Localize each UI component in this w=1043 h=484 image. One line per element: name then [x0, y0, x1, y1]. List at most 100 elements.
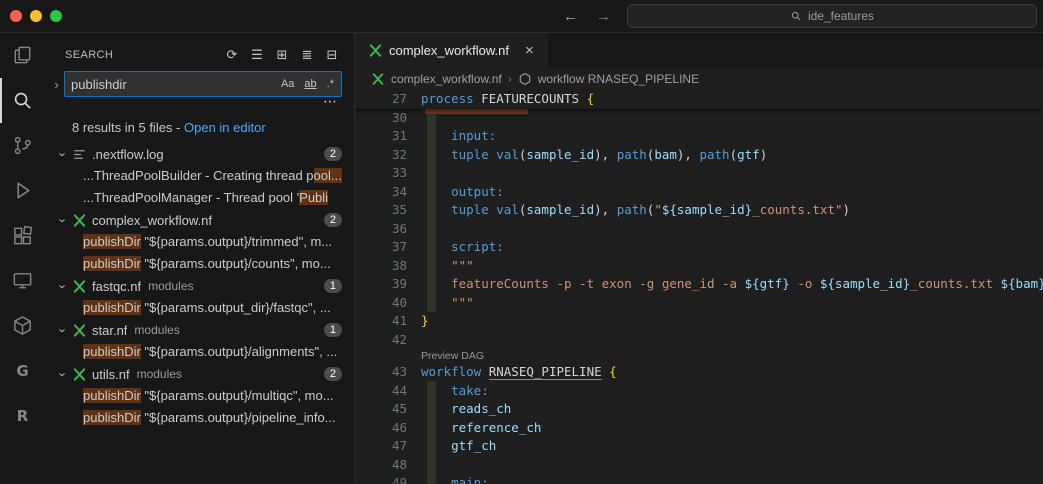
chevron-down-icon[interactable]: ›: [55, 323, 71, 338]
activity-run-debug-button[interactable]: [0, 168, 45, 213]
code-line[interactable]: 49 main:: [355, 474, 1043, 484]
code-token: reads_ch: [421, 401, 511, 416]
match-result-row[interactable]: publishDir "${params.output}/trimmed", m…: [45, 231, 354, 253]
chevron-down-icon[interactable]: ›: [55, 367, 71, 382]
minimize-window-button[interactable]: [30, 10, 42, 22]
line-number: 44: [355, 382, 421, 401]
sticky-scroll-line[interactable]: 27process FEATURECOUNTS {: [355, 90, 1043, 109]
code-line[interactable]: 48: [355, 456, 1043, 475]
chevron-down-icon[interactable]: ›: [55, 213, 71, 228]
code-token: val: [496, 147, 519, 162]
search-results-tree: ›.nextflow.log2...ThreadPoolBuilder - Cr…: [45, 143, 354, 484]
match-result-row[interactable]: publishDir "${params.output}/multiqc", m…: [45, 385, 354, 407]
code-line[interactable]: 41}: [355, 312, 1043, 331]
zoom-window-button[interactable]: [50, 10, 62, 22]
activity-r-language-button[interactable]: R: [0, 393, 45, 438]
code-token: val: [496, 202, 519, 217]
match-case-icon[interactable]: Aa: [278, 77, 297, 91]
code-line[interactable]: 34 output:: [355, 183, 1043, 202]
code-line[interactable]: 45 reads_ch: [355, 400, 1043, 419]
activity-gitlens-button[interactable]: G: [0, 348, 45, 393]
breadcrumb-file[interactable]: complex_workflow.nf: [391, 72, 502, 86]
match-result-row[interactable]: publishDir "${params.output}/pipeline_in…: [45, 407, 354, 429]
code-line[interactable]: 43workflow RNASEQ_PIPELINE {: [355, 363, 1043, 382]
code-line[interactable]: 37 script:: [355, 238, 1043, 257]
match-result-row[interactable]: publishDir "${params.output_dir}/fastqc"…: [45, 297, 354, 319]
nextflow-file-icon: [71, 322, 87, 338]
close-window-button[interactable]: [10, 10, 22, 22]
code-line[interactable]: 46 reference_ch: [355, 419, 1043, 438]
toggle-replace-button[interactable]: ›: [49, 77, 64, 92]
match-highlight: ool...: [314, 168, 342, 183]
code-line[interactable]: 42: [355, 331, 1043, 350]
code-token: main:: [421, 475, 489, 484]
code-line[interactable]: 39 featureCounts -p -t exon -g gene_id -…: [355, 275, 1043, 294]
activity-source-control-button[interactable]: [0, 123, 45, 168]
collapse-all-icon[interactable]: ⊟: [324, 47, 340, 63]
toggle-search-details-button[interactable]: ⋯: [323, 93, 338, 109]
code-token: path: [617, 147, 647, 162]
code-token: FEATURECOUNTS: [481, 91, 586, 106]
activity-remote-explorer-button[interactable]: [0, 258, 45, 303]
code-token: tuple: [421, 147, 496, 162]
match-result-row[interactable]: ...ThreadPoolManager - Thread pool 'Publ…: [45, 187, 354, 209]
activity-extensions-button[interactable]: [0, 213, 45, 258]
search-input[interactable]: [71, 77, 278, 92]
search-row: › Aaab .*: [45, 69, 354, 97]
file-result-row[interactable]: ›utils.nfmodules2: [45, 363, 354, 385]
close-tab-icon[interactable]: ×: [525, 42, 534, 59]
code-line[interactable]: 35 tuple val(sample_id), path("${sample_…: [355, 201, 1043, 220]
open-in-editor-link[interactable]: Open in editor: [184, 120, 266, 135]
line-number: 39: [355, 275, 421, 294]
file-result-row[interactable]: ›star.nfmodules1: [45, 319, 354, 341]
forward-button[interactable]: →: [596, 8, 611, 25]
codelens-preview-dag-link[interactable]: Preview DAG: [421, 349, 484, 363]
code-token: featureCounts -p -t exon -g gene_id -a: [421, 276, 745, 291]
line-content: script:: [421, 238, 504, 257]
file-name: complex_workflow.nf: [92, 213, 212, 228]
view-as-list-icon[interactable]: ≣: [299, 47, 315, 63]
file-result-row[interactable]: ›fastqc.nfmodules1: [45, 275, 354, 297]
activity-search-button[interactable]: [0, 78, 45, 123]
open-new-search-editor-icon[interactable]: ⊞: [274, 47, 290, 63]
tab-label: complex_workflow.nf: [389, 43, 509, 58]
code-line[interactable]: 38 """: [355, 257, 1043, 276]
code-token: bam: [654, 147, 677, 162]
titlebar-search-box[interactable]: ide_features: [627, 4, 1037, 28]
back-button[interactable]: ←: [563, 8, 578, 25]
code-line[interactable]: 32 tuple val(sample_id), path(bam), path…: [355, 146, 1043, 165]
breadcrumb-symbol[interactable]: workflow RNASEQ_PIPELINE: [538, 72, 699, 86]
code-line[interactable]: 36: [355, 220, 1043, 239]
nextflow-file-icon: [71, 278, 87, 294]
code-token: sample_id: [526, 202, 594, 217]
code-line[interactable]: 33: [355, 164, 1043, 183]
file-result-row[interactable]: ›.nextflow.log2: [45, 143, 354, 165]
whole-word-icon[interactable]: ab: [301, 77, 319, 91]
search-input-box: Aaab .*: [64, 71, 342, 97]
line-number: 41: [355, 312, 421, 331]
refresh-icon[interactable]: ⟳: [224, 47, 240, 63]
file-folder: modules: [148, 279, 193, 293]
match-result-row[interactable]: publishDir "${params.output}/counts", mo…: [45, 253, 354, 275]
editor-area: complex_workflow.nf × complex_workflow.n…: [355, 33, 1043, 484]
match-highlight: publishDir: [83, 234, 141, 249]
chevron-down-icon[interactable]: ›: [55, 147, 71, 162]
code-line[interactable]: 44 take:: [355, 382, 1043, 401]
use-regex-icon[interactable]: .*: [324, 77, 337, 91]
file-result-row[interactable]: ›complex_workflow.nf2: [45, 209, 354, 231]
code-line[interactable]: 27process FEATURECOUNTS {: [355, 90, 1043, 109]
code-line[interactable]: 31 input:: [355, 127, 1043, 146]
line-number: 49: [355, 474, 421, 484]
tab-complex-workflow[interactable]: complex_workflow.nf ×: [355, 33, 547, 68]
activity-explorer-button[interactable]: [0, 33, 45, 78]
code-line[interactable]: 40 """: [355, 294, 1043, 313]
code-token: gtf: [737, 147, 760, 162]
match-result-row[interactable]: ...ThreadPoolBuilder - Creating thread p…: [45, 165, 354, 187]
activity-containers-button[interactable]: [0, 303, 45, 348]
code-line[interactable]: 47 gtf_ch: [355, 437, 1043, 456]
clear-search-results-icon[interactable]: ☰: [249, 47, 265, 63]
chevron-down-icon[interactable]: ›: [55, 279, 71, 294]
code-editor[interactable]: 27process FEATURECOUNTS { 3031 input:32 …: [355, 90, 1043, 484]
match-result-row[interactable]: publishDir "${params.output}/alignments"…: [45, 341, 354, 363]
partial-match-highlight: [425, 109, 528, 114]
